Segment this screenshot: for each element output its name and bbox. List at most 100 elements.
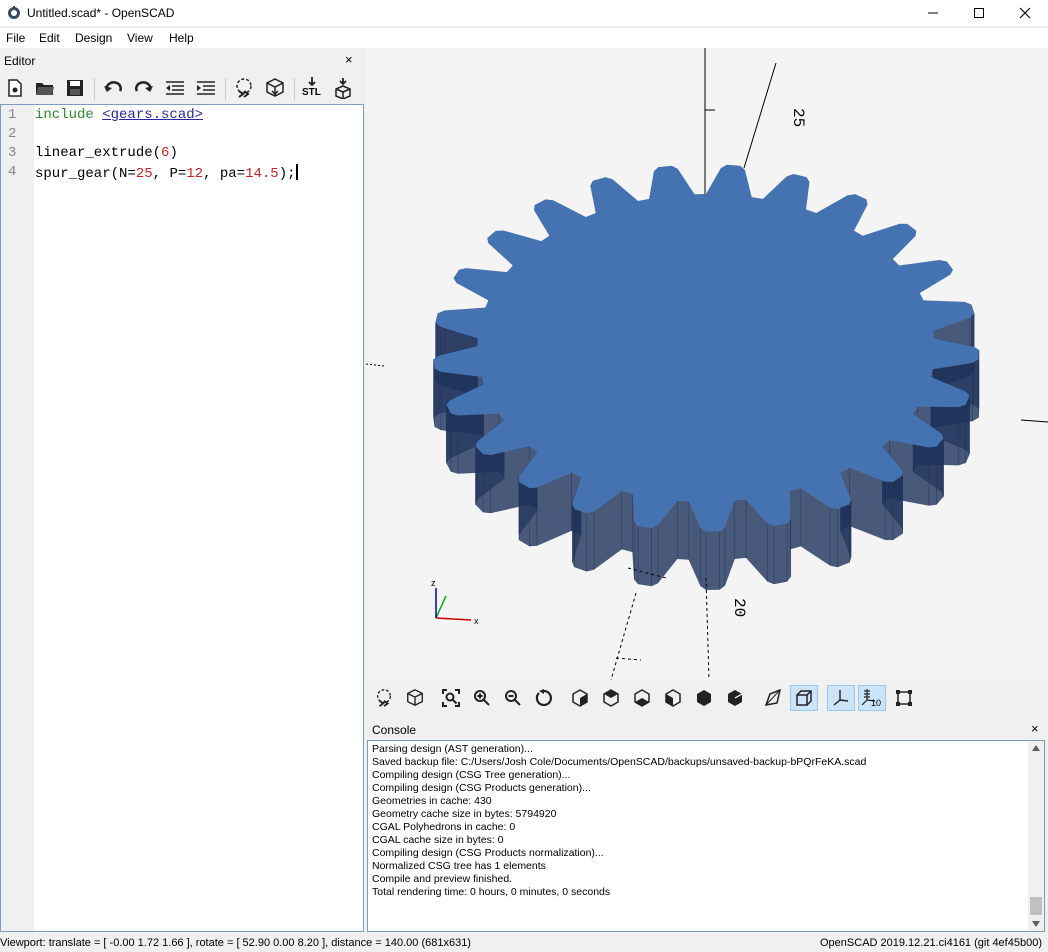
gear-side-face <box>837 504 850 568</box>
console-line: CGAL Polyhedrons in cache: 0 <box>372 821 516 833</box>
orthogonal-button[interactable] <box>790 685 818 711</box>
render-button[interactable] <box>262 75 288 101</box>
code-editor[interactable]: 1 2 3 4 include <gears.scad> linear_extr… <box>0 104 364 932</box>
view-right-icon <box>572 689 588 707</box>
openscad-logo-icon <box>8 6 20 19</box>
editor-toolbar: STL <box>0 72 364 104</box>
code-token: ); <box>278 166 296 182</box>
ruler-label: 20 <box>730 598 748 617</box>
line-number: 4 <box>8 164 17 180</box>
perspective-button[interactable] <box>759 685 787 711</box>
view-left-button[interactable] <box>659 685 687 711</box>
editor-close-button[interactable]: × <box>345 53 353 66</box>
menu-file[interactable]: File <box>6 31 25 45</box>
console-scrollbar[interactable] <box>1028 741 1044 931</box>
console-line: Compiling design (CSG Products generatio… <box>372 782 591 794</box>
show-edges-button[interactable] <box>890 685 918 711</box>
console-line: CGAL cache size in bytes: 0 <box>372 834 504 846</box>
console-dock-header: Console × <box>366 719 1048 739</box>
minimize-button[interactable] <box>910 0 956 26</box>
perspective-icon <box>764 689 782 706</box>
redo-icon <box>135 81 153 92</box>
menu-view[interactable]: View <box>127 31 153 45</box>
zoom-in-button[interactable] <box>468 685 496 711</box>
axis-gizmo-x <box>435 617 472 621</box>
vt-preview-button[interactable] <box>370 685 398 711</box>
keyword-include: include <box>35 107 94 123</box>
gear-side-face <box>475 446 484 513</box>
show-axes-button[interactable] <box>827 685 855 711</box>
scale-label: 10 <box>871 698 882 708</box>
redo-button[interactable] <box>131 75 157 101</box>
menu-bar: File Edit Design View Help <box>0 28 1048 48</box>
scroll-down-icon[interactable] <box>1032 921 1040 927</box>
scroll-up-icon[interactable] <box>1032 745 1040 751</box>
view-bottom-button[interactable] <box>628 685 656 711</box>
maximize-button[interactable] <box>956 0 1002 26</box>
gear-side-face <box>621 490 633 553</box>
render-icon <box>266 78 284 97</box>
view-top-button[interactable] <box>597 685 625 711</box>
gear-side-face <box>586 511 595 572</box>
close-window-button[interactable] <box>1002 0 1048 26</box>
unindent-button[interactable] <box>162 75 188 101</box>
gear-side-face <box>849 499 852 563</box>
indent-icon <box>197 81 215 95</box>
view-front-icon <box>697 690 711 706</box>
gear-side-face <box>885 481 894 541</box>
view-front-button[interactable] <box>690 685 718 711</box>
view-right-button[interactable] <box>566 685 594 711</box>
gear-side-face <box>965 395 970 463</box>
stl-label: STL <box>302 87 321 98</box>
zoom-out-button[interactable] <box>499 685 527 711</box>
gear-side-face <box>786 518 791 582</box>
send-to-printer-button[interactable] <box>330 75 356 101</box>
code-number: 12 <box>186 166 204 182</box>
undo-button[interactable] <box>100 75 126 101</box>
title-bar: Untitled.scad* - OpenSCAD <box>0 0 1048 26</box>
preview-button[interactable] <box>231 75 257 101</box>
gear-side-face <box>651 524 659 587</box>
undo-icon <box>104 81 122 92</box>
view-back-icon <box>728 690 743 706</box>
menu-help[interactable]: Help <box>169 31 194 45</box>
code-line-3: linear_extrude(6) <box>35 145 178 161</box>
reset-view-icon <box>535 689 552 707</box>
scroll-thumb[interactable] <box>1030 897 1042 915</box>
code-token: , P= <box>152 166 187 182</box>
menu-design[interactable]: Design <box>75 31 112 45</box>
show-axes-icon <box>833 690 849 706</box>
console-close-button[interactable]: × <box>1031 722 1039 735</box>
show-scale-markers-button[interactable]: 10 <box>858 685 886 711</box>
open-file-button[interactable] <box>32 75 58 101</box>
include-path[interactable]: <gears.scad> <box>102 107 203 123</box>
gear-side-face <box>767 523 775 585</box>
code-number: 25 <box>135 166 153 182</box>
view-toolbar: 10 <box>366 682 1048 714</box>
gear-side-face <box>892 475 903 541</box>
zoom-in-icon <box>474 690 490 706</box>
view-back-button[interactable] <box>721 685 749 711</box>
view-all-button[interactable] <box>437 685 465 711</box>
indent-button[interactable] <box>193 75 219 101</box>
code-line-1: include <gears.scad> <box>35 107 203 123</box>
console-line: Parsing design (AST generation)... <box>372 743 533 755</box>
console-line: Normalized CSG tree has 1 elements <box>372 860 546 872</box>
reset-view-button[interactable] <box>530 685 558 711</box>
gear-side-face <box>790 487 801 550</box>
console-output[interactable]: Parsing design (AST generation)... Saved … <box>367 740 1045 932</box>
code-line-4: spur_gear(N=25, P=12, pa=14.5); <box>35 164 298 182</box>
axis-gizmo-z-label: z <box>431 578 436 588</box>
gear-side-face <box>972 359 979 422</box>
menu-edit[interactable]: Edit <box>39 31 60 45</box>
save-icon <box>67 80 83 96</box>
3d-viewport[interactable]: 25 20 20 z x <box>366 48 1048 680</box>
gear-side-face <box>518 481 530 547</box>
export-stl-button[interactable]: STL <box>299 75 325 101</box>
new-file-button[interactable] <box>2 75 28 101</box>
save-button[interactable] <box>62 75 88 101</box>
gear-side-face <box>700 527 707 591</box>
gear-side-face <box>958 404 966 466</box>
vt-render-button[interactable] <box>401 685 429 711</box>
maximize-icon <box>974 8 984 18</box>
